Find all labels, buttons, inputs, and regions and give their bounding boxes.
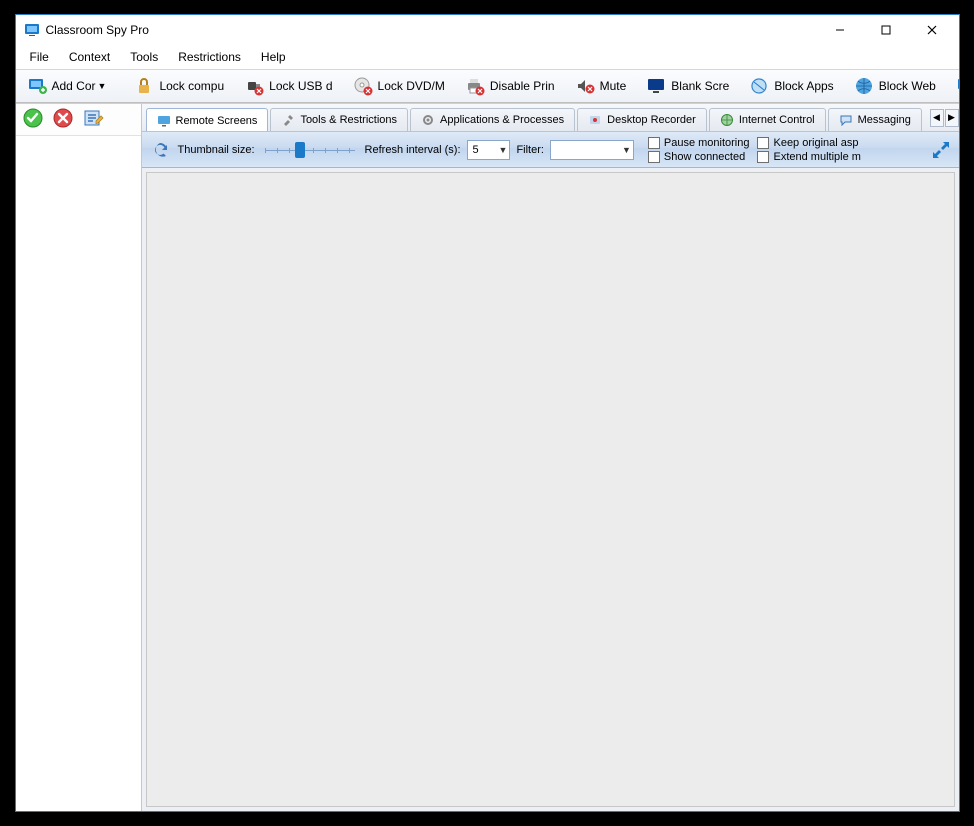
checkbox-column-2: Keep original asp Extend multiple m (757, 137, 860, 163)
lock-computers-label: Lock compu (159, 79, 224, 93)
checkbox-column-1: Pause monitoring Show connected (648, 137, 750, 163)
lock-usb-label: Lock USB d (269, 79, 332, 93)
tab-label: Internet Control (739, 114, 815, 126)
thumbnail-size-label: Thumbnail size: (178, 144, 255, 156)
blank-screen-button[interactable]: Blank Scre (639, 72, 736, 100)
app-icon (24, 22, 40, 38)
lock-dvd-label: Lock DVD/M (378, 79, 445, 93)
gear-icon (421, 113, 435, 127)
minimize-button[interactable] (817, 15, 863, 45)
share-my-button[interactable]: Share my D (949, 72, 959, 100)
lock-usb-button[interactable]: Lock USB d (237, 72, 339, 100)
keep-original-aspect-checkbox[interactable]: Keep original asp (757, 137, 860, 149)
add-computer-button[interactable]: Add Cor ▼ (20, 72, 114, 100)
refresh-interval-value: 5 (473, 144, 493, 156)
share-screen-icon (956, 76, 959, 96)
extend-multiple-checkbox[interactable]: Extend multiple m (757, 151, 860, 163)
dvd-block-icon (353, 76, 373, 96)
lock-computers-button[interactable]: Lock compu (127, 72, 231, 100)
menu-help[interactable]: Help (251, 47, 296, 67)
check-ok-icon[interactable] (22, 107, 44, 132)
recorder-icon (588, 113, 602, 127)
printer-block-icon (465, 76, 485, 96)
tab-label: Tools & Restrictions (300, 114, 397, 126)
computer-icon (27, 76, 47, 96)
menu-restrictions[interactable]: Restrictions (168, 47, 251, 67)
mute-label: Mute (600, 79, 627, 93)
edit-list-icon[interactable] (82, 107, 104, 132)
sub-toolbar: Thumbnail size: Refresh interval (s): 5 … (142, 132, 959, 168)
chevron-down-icon: ▼ (622, 145, 631, 155)
show-connected-checkbox[interactable]: Show connected (648, 151, 750, 163)
tab-tools-restrictions[interactable]: Tools & Restrictions (270, 108, 408, 132)
tab-label: Messaging (858, 114, 911, 126)
blank-screen-icon (646, 76, 666, 96)
left-panel-toolbar (16, 104, 141, 136)
computer-list[interactable] (16, 136, 141, 811)
pause-monitoring-checkbox[interactable]: Pause monitoring (648, 137, 750, 149)
tab-label: Remote Screens (176, 115, 258, 127)
tab-scroll-left[interactable]: ◀ (930, 109, 944, 127)
chevron-down-icon: ▼ (499, 145, 508, 155)
tab-remote-screens[interactable]: Remote Screens (146, 108, 269, 132)
right-panel: Remote Screens Tools & Restrictions Appl… (142, 104, 959, 811)
menu-tools[interactable]: Tools (120, 47, 168, 67)
tab-strip: Remote Screens Tools & Restrictions Appl… (142, 104, 959, 132)
mute-button[interactable]: Mute (568, 72, 634, 100)
screens-content-area[interactable] (146, 172, 955, 807)
dropdown-arrow-icon: ▼ (98, 81, 107, 91)
tools-icon (281, 113, 295, 127)
lock-icon (134, 76, 154, 96)
maximize-button[interactable] (863, 15, 909, 45)
tab-applications-processes[interactable]: Applications & Processes (410, 108, 575, 132)
lock-dvd-button[interactable]: Lock DVD/M (346, 72, 452, 100)
filter-label: Filter: (516, 144, 544, 156)
tab-desktop-recorder[interactable]: Desktop Recorder (577, 108, 707, 132)
block-apps-button[interactable]: Block Apps (742, 72, 840, 100)
tab-internet-control[interactable]: Internet Control (709, 108, 826, 132)
speaker-block-icon (575, 76, 595, 96)
globe-icon (854, 76, 874, 96)
tab-label: Applications & Processes (440, 114, 564, 126)
cancel-icon[interactable] (52, 107, 74, 132)
thumbnail-size-slider[interactable] (265, 140, 355, 160)
blank-screen-label: Blank Scre (671, 79, 729, 93)
refresh-interval-label: Refresh interval (s): (365, 144, 461, 156)
chat-icon (839, 113, 853, 127)
menu-file[interactable]: File (20, 47, 59, 67)
slider-thumb[interactable] (295, 142, 305, 158)
tab-scroll-right[interactable]: ▶ (945, 109, 959, 127)
block-web-button[interactable]: Block Web (847, 72, 943, 100)
filter-combo[interactable]: ▼ (550, 140, 634, 160)
close-button[interactable] (909, 15, 955, 45)
disable-printing-button[interactable]: Disable Prin (458, 72, 562, 100)
window-title: Classroom Spy Pro (46, 23, 817, 37)
block-apps-label: Block Apps (774, 79, 833, 93)
block-web-label: Block Web (879, 79, 936, 93)
menubar: File Context Tools Restrictions Help (16, 45, 959, 69)
window-controls (817, 15, 955, 45)
main-toolbar: Add Cor ▼ Lock compu Lock USB d Lock DVD… (16, 69, 959, 103)
titlebar: Classroom Spy Pro (16, 15, 959, 45)
refresh-interval-combo[interactable]: 5 ▼ (467, 140, 511, 160)
tab-messaging[interactable]: Messaging (828, 108, 922, 132)
usb-block-icon (244, 76, 264, 96)
work-area: Remote Screens Tools & Restrictions Appl… (16, 103, 959, 811)
tab-label: Desktop Recorder (607, 114, 696, 126)
globe-small-icon (720, 113, 734, 127)
menu-context[interactable]: Context (59, 47, 120, 67)
expand-icon[interactable] (929, 138, 953, 162)
add-computer-label: Add Cor (52, 79, 96, 93)
apps-block-icon (749, 76, 769, 96)
disable-printing-label: Disable Prin (490, 79, 555, 93)
monitor-icon (157, 114, 171, 128)
left-panel (16, 104, 142, 811)
refresh-icon[interactable] (148, 138, 172, 162)
app-window: Classroom Spy Pro File Context Tools Res… (15, 14, 960, 812)
